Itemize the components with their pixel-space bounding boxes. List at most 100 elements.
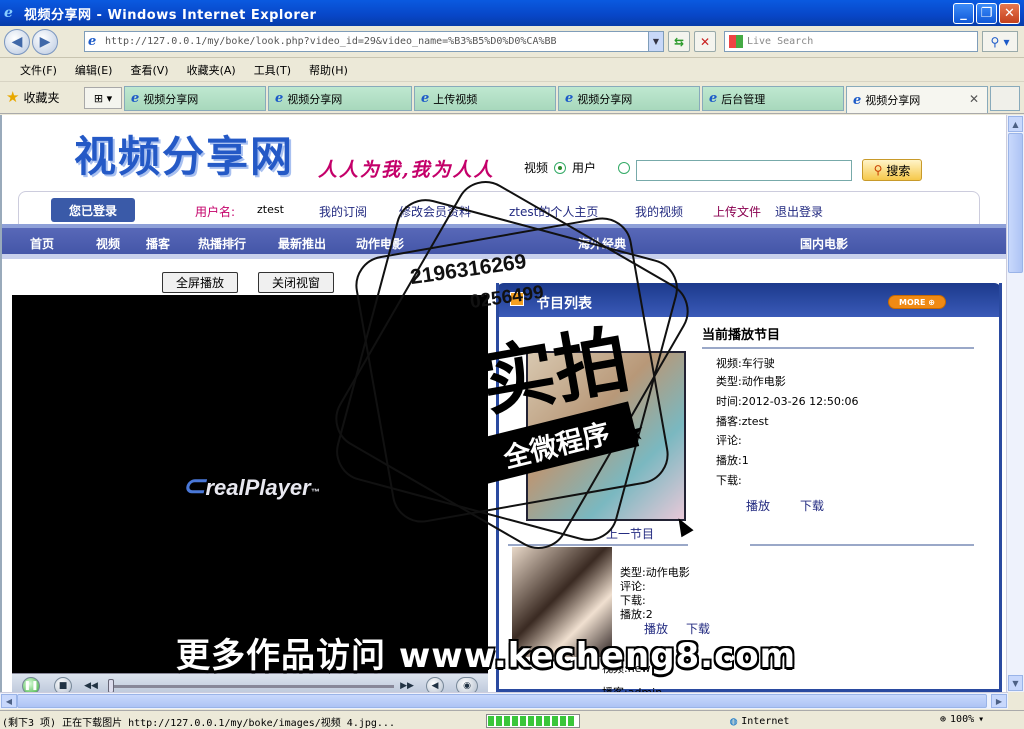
scroll-right-button[interactable]: ▶ <box>991 694 1007 708</box>
ie-tab-icon: e <box>421 91 430 106</box>
address-dropdown-button[interactable]: ▼ <box>648 31 664 52</box>
tab-label: 视频分享网 <box>287 92 343 106</box>
back-button[interactable]: ◀ <box>4 29 30 55</box>
security-zone[interactable]: ◍ Internet <box>730 714 789 728</box>
current-video-time: 时间:2012-03-26 12:50:06 <box>716 395 859 408</box>
tab-bar: ★ 收藏夹 ⊞ ▾ e 视频分享网 e 视频分享网 e 上传视频 e 视频分享网 e 后台… <box>0 82 1024 114</box>
pause-icon: ❚❚ <box>23 681 39 691</box>
site-logo[interactable]: 视频分享网 <box>74 123 294 184</box>
forward-button[interactable]: ▶ <box>32 29 58 55</box>
favorites-button[interactable]: ★ 收藏夹 <box>6 88 59 106</box>
tab-6-active[interactable]: e 视频分享网 ✕ <box>846 86 988 113</box>
quick-tabs-button[interactable]: ⊞ ▾ <box>84 87 122 109</box>
username-value: ztest <box>257 203 284 216</box>
seek-track[interactable] <box>108 685 394 688</box>
stop-playback-button[interactable]: ■ <box>54 677 72 692</box>
back-arrow-icon: ◀ <box>11 34 23 50</box>
address-toolbar: ◀ ▶ e http://127.0.0.1/my/boke/look.php?… <box>0 26 1024 58</box>
new-tab-button[interactable] <box>990 86 1020 111</box>
rewind-button[interactable]: ◀◀ <box>82 677 100 692</box>
current-video-plays: 播放:1 <box>716 454 749 467</box>
seek-knob[interactable] <box>108 679 114 692</box>
fast-forward-button[interactable]: ▶▶ <box>398 677 416 692</box>
nav-podcast[interactable]: 播客 <box>146 235 170 252</box>
site-search-button[interactable]: ⚲ 搜索 <box>862 159 922 181</box>
scroll-left-button[interactable]: ◀ <box>1 694 17 708</box>
menu-favorites[interactable]: 收藏夹(A) <box>187 62 236 78</box>
menu-edit[interactable]: 编辑(E) <box>75 62 113 78</box>
nav-hot[interactable]: 热播排行 <box>198 235 246 252</box>
link-logout[interactable]: 退出登录 <box>775 203 823 220</box>
link-upload[interactable]: 上传文件 <box>713 203 761 220</box>
nav-home[interactable]: 首页 <box>30 235 54 252</box>
divider <box>750 544 974 546</box>
link-my-subscriptions[interactable]: 我的订阅 <box>319 203 367 220</box>
realplayer-swirl-icon: ⊂ <box>182 470 206 501</box>
close-window-button[interactable]: ✕ <box>999 3 1020 24</box>
live-search-input[interactable]: Live Search <box>724 31 978 52</box>
ie-tab-icon: e <box>709 91 718 106</box>
tab-4[interactable]: e 视频分享网 <box>558 86 700 111</box>
horizontal-scroll-thumb[interactable] <box>17 694 987 708</box>
search-icon: ⚲ <box>873 163 883 177</box>
pause-button[interactable]: ❚❚ <box>22 677 40 692</box>
speaker-icon: ◀ <box>431 681 439 691</box>
scroll-corner <box>1008 692 1024 709</box>
tab-label: 后台管理 <box>721 92 766 106</box>
menu-file[interactable]: 文件(F) <box>20 62 57 78</box>
tools-button[interactable]: ◉ <box>456 677 478 692</box>
realplayer-tm: ™ <box>310 487 320 497</box>
tab-2[interactable]: e 视频分享网 <box>268 86 412 111</box>
magnifier-icon: ⚲ ▾ <box>990 34 1010 49</box>
realplayer-logo: ⊂realPlayer™ <box>182 469 320 502</box>
ie-tab-icon: e <box>275 91 284 106</box>
address-url: http://127.0.0.1/my/boke/look.php?video_… <box>105 36 557 47</box>
minimize-button[interactable]: _ <box>953 3 974 24</box>
nav-video[interactable]: 视频 <box>96 235 120 252</box>
fullscreen-button[interactable]: 全屏播放 <box>162 272 238 293</box>
nav-domestic[interactable]: 国内电影 <box>800 235 848 252</box>
close-tab-icon[interactable]: ✕ <box>969 92 979 106</box>
grid-icon: ⊞ ▾ <box>93 91 113 105</box>
fast-forward-icon: ▶▶ <box>400 681 414 691</box>
favorites-label: 收藏夹 <box>23 90 60 105</box>
volume-button[interactable]: ◀ <box>426 677 444 692</box>
tab-3[interactable]: e 上传视频 <box>414 86 556 111</box>
tab-label: 上传视频 <box>433 92 478 106</box>
stop-button[interactable]: ✕ <box>694 31 716 52</box>
radio-user[interactable] <box>618 161 631 174</box>
address-input[interactable]: e http://127.0.0.1/my/boke/look.php?vide… <box>84 31 664 52</box>
current-play-link[interactable]: 播放 <box>746 497 770 514</box>
menu-view[interactable]: 查看(V) <box>130 62 168 78</box>
menu-tools[interactable]: 工具(T) <box>254 62 291 78</box>
vertical-scrollbar[interactable]: ▲ ▼ <box>1006 115 1024 692</box>
horizontal-scrollbar[interactable]: ◀ ▶ <box>0 692 1008 709</box>
maximize-button[interactable]: ❐ <box>976 3 997 24</box>
tab-1[interactable]: e 视频分享网 <box>124 86 266 111</box>
star-icon: ★ <box>6 88 20 106</box>
radio-video[interactable] <box>554 161 567 174</box>
zoom-label: 100% <box>950 714 975 725</box>
refresh-button[interactable]: ⇆ <box>668 31 690 52</box>
radio-user-label: 用户 <box>572 161 597 175</box>
close-view-button[interactable]: 关闭视窗 <box>258 272 334 293</box>
scroll-down-button[interactable]: ▼ <box>1008 675 1023 691</box>
search-go-button[interactable]: ⚲ ▾ <box>982 31 1018 52</box>
third-video-uploader: 播客:admin <box>602 684 662 692</box>
link-my-videos[interactable]: 我的视频 <box>635 203 683 220</box>
zoom-control[interactable]: ⊕ 100% ▾ <box>940 714 984 725</box>
ie-tab-icon: e <box>853 92 862 108</box>
logged-in-badge: 您已登录 <box>51 198 135 222</box>
search-button-label: 搜索 <box>886 163 911 178</box>
current-video-comment: 评论: <box>716 434 742 447</box>
scroll-up-button[interactable]: ▲ <box>1008 116 1023 132</box>
vertical-scroll-thumb[interactable] <box>1008 133 1023 273</box>
promo-overlay-text: 更多作品访问 www.kecheng8.com <box>176 636 797 676</box>
tab-label: 视频分享网 <box>577 92 633 106</box>
tab-5[interactable]: e 后台管理 <box>702 86 844 111</box>
site-search-input[interactable] <box>636 160 852 181</box>
tab-label: 视频分享网 <box>143 92 199 106</box>
menu-help[interactable]: 帮助(H) <box>309 62 348 78</box>
nav-new[interactable]: 最新推出 <box>278 235 326 252</box>
current-download-link[interactable]: 下载 <box>800 497 824 514</box>
